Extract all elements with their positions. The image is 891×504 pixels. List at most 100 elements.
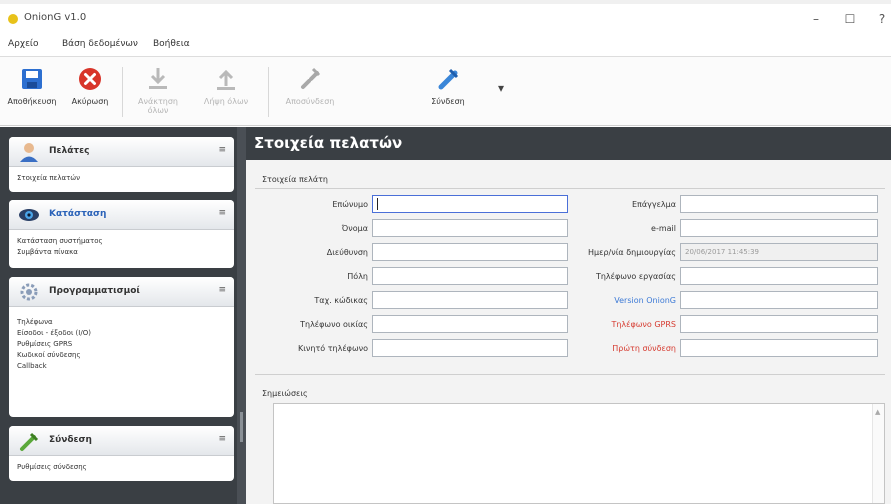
toolbar-separator [268, 67, 269, 117]
work-phone-field[interactable] [680, 267, 878, 285]
import-all-label-2: όλων [147, 106, 169, 115]
cancel-button[interactable]: Ακύρωση [62, 63, 118, 121]
plug-icon [438, 68, 459, 90]
occupation-field[interactable] [680, 195, 878, 213]
import-all-label-1: Ανάκτηση [138, 97, 178, 106]
mobile-phone-field[interactable] [372, 339, 568, 357]
sidebar-item-gprs-settings[interactable]: Ρυθμίσεις GPRS [17, 339, 226, 349]
close-button[interactable]: ? [872, 10, 891, 28]
version-label: Version OnionG [614, 296, 676, 305]
first-name-field[interactable] [372, 219, 568, 237]
scroll-up-arrow-icon[interactable]: ▲ [875, 408, 880, 416]
first-connection-field[interactable] [680, 339, 878, 357]
main-header: Στοιχεία πελατών [246, 127, 891, 160]
floppy-disk-icon [22, 69, 42, 89]
download-icon [149, 68, 167, 89]
city-label: Πόλη [347, 272, 368, 281]
minimize-button[interactable]: – [806, 10, 826, 28]
menu-file[interactable]: Αρχείο [8, 39, 39, 49]
panel-connection: Σύνδεση ≡ Ρυθμίσεις σύνδεσης [9, 426, 234, 481]
upload-icon [217, 69, 235, 90]
text-caret [377, 198, 378, 210]
panel-title: Προγραμματισμοί [49, 286, 140, 296]
creation-date-field [680, 243, 878, 261]
panel-programming: Προγραμματισμοί ≡ Τηλέφωνα Είσοδοι - έξο… [9, 277, 234, 417]
sidebar-item-connection-codes[interactable]: Κωδικοί σύνδεσης [17, 350, 226, 360]
import-all-button[interactable]: Ανάκτηση όλων [130, 63, 186, 121]
menu-bar: Αρχείο Βάση δεδομένων Βοήθεια [0, 34, 891, 56]
sidebar-item-system-status[interactable]: Κατάσταση συστήματος [17, 236, 226, 246]
unplug-icon [301, 67, 321, 89]
notes-textarea[interactable]: ▲ [273, 403, 885, 504]
title-bar: OnionG v1.0 – ☐ ? [0, 0, 891, 34]
panel-programming-header[interactable]: Προγραμματισμοί ≡ [9, 277, 234, 307]
app-icon [8, 14, 18, 24]
email-field[interactable] [680, 219, 878, 237]
first-connection-label: Πρώτη σύνδεση [612, 344, 676, 353]
sidebar: Πελάτες ≡ Στοιχεία πελατών Κατάσταση ≡ Κ… [0, 127, 246, 504]
window-title: OnionG v1.0 [24, 12, 87, 23]
work-phone-label: Τηλέφωνο εργασίας [595, 272, 676, 281]
gprs-phone-label: Τηλέφωνο GPRS [611, 320, 676, 329]
toolbar-separator [122, 67, 123, 117]
group-client-details-label: Στοιχεία πελάτη [262, 175, 328, 184]
home-phone-label: Τηλέφωνο οικίας [300, 320, 368, 329]
disconnect-button[interactable]: Αποσύνδεση [282, 63, 338, 121]
panel-connection-header[interactable]: Σύνδεση ≡ [9, 426, 234, 456]
sidebar-item-connection-settings[interactable]: Ρυθμίσεις σύνδεσης [17, 462, 226, 472]
toolbar: Αποθήκευση Ακύρωση Ανάκτηση όλων Λήψη όλ… [0, 56, 891, 126]
panel-title: Κατάσταση [49, 209, 107, 219]
collapse-icon[interactable]: ≡ [218, 285, 226, 295]
address-field[interactable] [372, 243, 568, 261]
sidebar-item-callback[interactable]: Callback [17, 361, 226, 371]
creation-date-label: Ημερ/νία δημιουργίας [588, 248, 676, 257]
collapse-icon[interactable]: ≡ [218, 434, 226, 444]
save-button[interactable]: Αποθήκευση [4, 63, 60, 121]
version-field[interactable] [680, 291, 878, 309]
splitter[interactable] [237, 127, 246, 504]
postal-code-label: Ταχ. κώδικας [314, 296, 368, 305]
menu-help[interactable]: Βοήθεια [153, 39, 190, 49]
maximize-button[interactable]: ☐ [840, 10, 860, 28]
collapse-icon[interactable]: ≡ [218, 208, 226, 218]
connect-button[interactable]: Σύνδεση [420, 63, 476, 121]
plug-icon [20, 432, 39, 451]
save-label: Αποθήκευση [7, 97, 57, 106]
export-all-label: Λήψη όλων [203, 97, 249, 106]
notes-scrollbar[interactable]: ▲ [872, 404, 884, 503]
collapse-icon[interactable]: ≡ [218, 145, 226, 155]
disconnect-label: Αποσύνδεση [285, 97, 335, 106]
group-divider [255, 188, 885, 189]
splitter-grip-icon[interactable] [240, 412, 243, 442]
cancel-label: Ακύρωση [71, 97, 109, 106]
group-notes-label: Σημειώσεις [262, 389, 308, 398]
postal-code-field[interactable] [372, 291, 568, 309]
address-label: Διεύθυνση [326, 248, 368, 257]
panel-title: Πελάτες [49, 146, 90, 156]
sidebar-item-panel-events[interactable]: Συμβάντα πίνακα [17, 247, 226, 257]
panel-status-header[interactable]: Κατάσταση ≡ [9, 200, 234, 230]
group-divider [255, 374, 885, 375]
home-phone-field[interactable] [372, 315, 568, 333]
user-icon [20, 143, 38, 162]
menu-database[interactable]: Βάση δεδομένων [62, 39, 138, 49]
first-name-label: Όνομα [341, 224, 368, 233]
occupation-label: Επάγγελμα [631, 200, 676, 209]
sidebar-item-phones[interactable]: Τηλέφωνα [17, 317, 226, 327]
mobile-phone-label: Κινητό τηλέφωνο [297, 344, 368, 353]
page-title: Στοιχεία πελατών [254, 134, 403, 152]
surname-field[interactable] [372, 195, 568, 213]
panel-clients-header[interactable]: Πελάτες ≡ [9, 137, 234, 167]
city-field[interactable] [372, 267, 568, 285]
sidebar-item-io[interactable]: Είσοδοι - έξοδοι (I/O) [17, 328, 226, 338]
toolbar-overflow-icon[interactable]: ▾ [498, 81, 504, 95]
panel-status: Κατάσταση ≡ Κατάσταση συστήματος Συμβάντ… [9, 200, 234, 268]
panel-title: Σύνδεση [49, 435, 92, 445]
eye-icon [19, 209, 39, 221]
gprs-phone-field[interactable] [680, 315, 878, 333]
panel-clients: Πελάτες ≡ Στοιχεία πελατών [9, 137, 234, 192]
cancel-x-icon [79, 68, 101, 90]
export-all-button[interactable]: Λήψη όλων [198, 63, 254, 121]
email-label: e-mail [651, 224, 676, 233]
sidebar-item-client-details[interactable]: Στοιχεία πελατών [17, 173, 226, 183]
